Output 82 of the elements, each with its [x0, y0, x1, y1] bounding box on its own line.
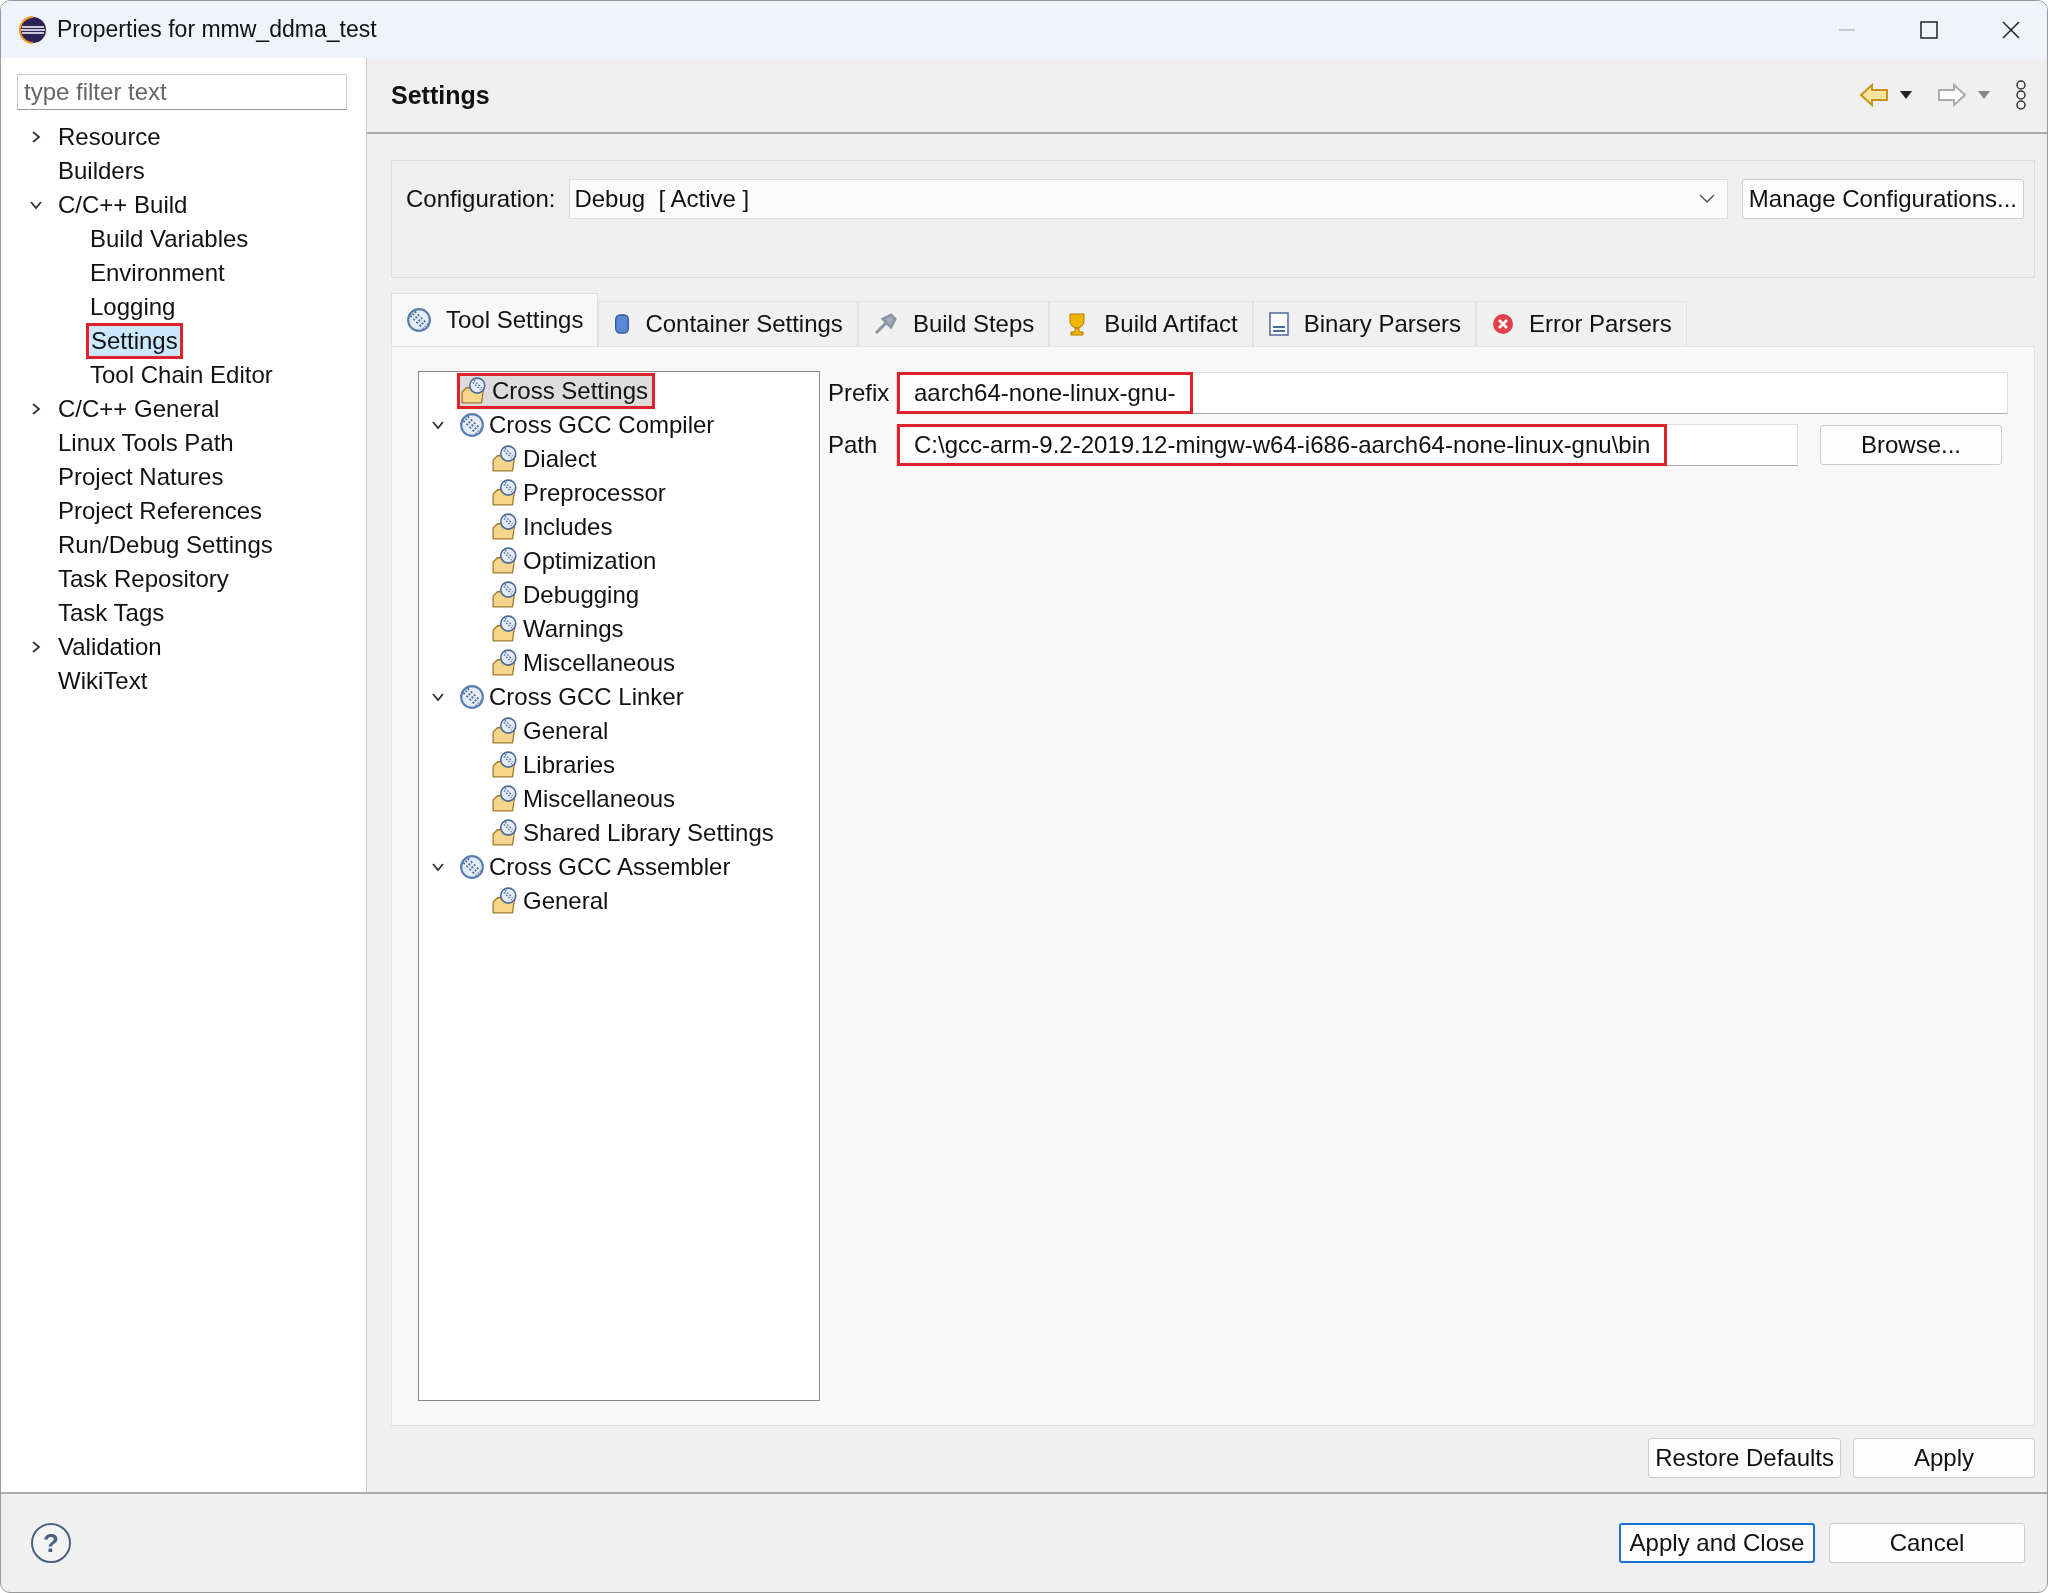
tree-item[interactable]: Run/Debug Settings: [54, 528, 277, 562]
folder-icon: [491, 785, 519, 813]
close-icon[interactable]: [2001, 19, 2021, 40]
tree-item[interactable]: Project Natures: [54, 460, 228, 494]
tree-item[interactable]: Preprocessor: [489, 476, 672, 510]
help-button[interactable]: ?: [31, 1523, 71, 1563]
apply-button[interactable]: Apply: [1853, 1438, 2035, 1478]
folder-icon: [491, 581, 519, 609]
tree-item[interactable]: Miscellaneous: [489, 646, 682, 680]
tree-item[interactable]: Cross GCC Compiler: [457, 408, 721, 442]
tree-item[interactable]: Task Repository: [54, 562, 233, 596]
prefix-label: Prefix: [828, 379, 891, 407]
tree-item[interactable]: Debugging: [489, 578, 646, 612]
tree-item[interactable]: Miscellaneous: [489, 782, 682, 816]
folder-icon: [491, 751, 519, 779]
tab[interactable]: Tool Settings: [391, 293, 599, 346]
tree-item[interactable]: Task Tags: [54, 596, 169, 630]
tree-item[interactable]: Builders: [54, 154, 149, 188]
tree-item[interactable]: Cross GCC Linker: [457, 680, 690, 714]
logo-icon: [19, 15, 47, 44]
browse-button[interactable]: Browse...: [1820, 425, 2002, 465]
apply-and-close-button[interactable]: Apply and Close: [1619, 1523, 1815, 1563]
folder-icon: [491, 887, 519, 915]
manage-configurations-button[interactable]: Manage Configurations...: [1741, 179, 2024, 219]
maximize-icon[interactable]: [1919, 19, 1939, 40]
folder-icon: [491, 547, 519, 575]
configuration-dropdown[interactable]: Debug [ Active ]: [569, 179, 1728, 219]
tree-item[interactable]: Project References: [54, 494, 267, 528]
tab[interactable]: Build Artifact: [1049, 301, 1253, 346]
tree-item[interactable]: Environment: [86, 256, 229, 290]
filter-field[interactable]: type filter text: [17, 74, 347, 110]
wheel-icon: [459, 412, 485, 438]
wheel-icon: [459, 684, 485, 710]
wheel-icon: [459, 854, 485, 880]
folder-icon: [491, 513, 519, 541]
wheel-icon: [406, 307, 432, 333]
tree-item[interactable]: Optimization: [489, 544, 663, 578]
tree-item[interactable]: WikiText: [54, 664, 152, 698]
tree-item[interactable]: General: [489, 714, 615, 748]
tree-item[interactable]: C/C++ Build: [54, 188, 192, 222]
error-icon: [1491, 312, 1516, 336]
tool-icon: [872, 311, 899, 337]
folder-icon: [491, 615, 519, 643]
chevron-down-icon: [1698, 194, 1715, 204]
cylinder-icon: [613, 311, 632, 337]
tree-item[interactable]: Validation: [54, 630, 166, 664]
tree-item[interactable]: Tool Chain Editor: [86, 358, 277, 392]
tree-item[interactable]: Dialect: [489, 442, 603, 476]
prefix-field[interactable]: aarch64-none-linux-gnu-: [896, 372, 2008, 414]
caret-icon[interactable]: [1899, 90, 1913, 100]
tab[interactable]: Error Parsers: [1476, 301, 1687, 346]
document-icon: [1267, 311, 1290, 337]
folder-icon: [491, 649, 519, 677]
folder-icon: [460, 377, 488, 405]
tree-item[interactable]: Cross Settings: [457, 373, 656, 409]
tree-item[interactable]: Settings: [86, 323, 183, 359]
restore-defaults-button[interactable]: Restore Defaults: [1648, 1438, 1841, 1478]
tab[interactable]: Container Settings: [598, 301, 858, 346]
more-icon[interactable]: [2015, 80, 2027, 110]
tree-item[interactable]: Logging: [86, 290, 180, 324]
path-label: Path: [828, 431, 879, 459]
configuration-label: Configuration:: [406, 185, 556, 213]
tree-item[interactable]: Build Variables: [86, 222, 253, 256]
window-title: Properties for mmw_ddma_test: [57, 16, 377, 43]
tree-item[interactable]: C/C++ General: [54, 392, 224, 426]
folder-icon: [491, 445, 519, 473]
cancel-button[interactable]: Cancel: [1829, 1523, 2025, 1563]
field-value: aarch64-none-linux-gnu-: [897, 372, 1193, 414]
tree-item[interactable]: Shared Library Settings: [489, 816, 780, 850]
tree-item[interactable]: Includes: [489, 510, 619, 544]
tab[interactable]: Build Steps: [857, 301, 1050, 346]
tree-item[interactable]: Libraries: [489, 748, 622, 782]
tab[interactable]: Binary Parsers: [1252, 301, 1477, 346]
folder-icon: [491, 479, 519, 507]
tree-item[interactable]: Resource: [54, 120, 165, 154]
tree-item[interactable]: General: [489, 884, 615, 918]
tree-item[interactable]: Linux Tools Path: [54, 426, 238, 460]
page-title: Settings: [391, 80, 490, 110]
tree-item[interactable]: Warnings: [489, 612, 630, 646]
folder-icon: [491, 819, 519, 847]
folder-icon: [491, 717, 519, 745]
tree-item[interactable]: Cross GCC Assembler: [457, 850, 737, 884]
